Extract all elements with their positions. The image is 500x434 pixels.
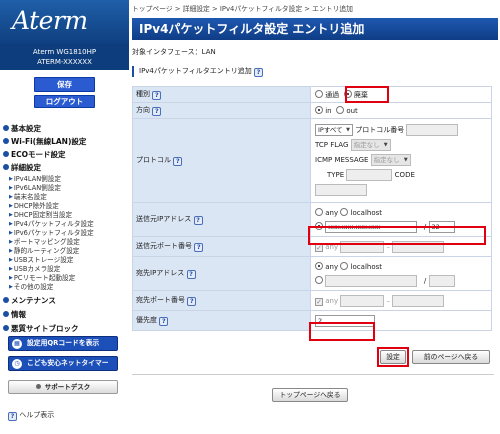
bullet-icon <box>3 164 9 170</box>
device-name: ATERM-XXXXXX <box>37 58 92 66</box>
menu-basic-settings[interactable]: 基本設定 <box>3 123 41 134</box>
src-ip-radio[interactable] <box>315 221 323 230</box>
back-button[interactable]: 前のページへ戻る <box>412 350 490 364</box>
top-page-button[interactable]: トップページへ戻る <box>272 388 348 402</box>
set-button[interactable]: 設定 <box>380 350 406 364</box>
src-port-any-checkbox[interactable]: ✓ <box>315 243 323 252</box>
menu-info[interactable]: 情報 <box>3 309 26 320</box>
row-src-ip: 送信元IPアドレス ? any localhost xxx.xxx.xxx.xx… <box>132 202 492 237</box>
interface-label: 対象インタフェース：LAN <box>132 48 216 56</box>
type-discard-radio[interactable] <box>343 89 352 98</box>
menu-eco-settings[interactable]: ECOモード設定 <box>3 149 66 160</box>
menu-maintenance[interactable]: メンテナンス <box>3 295 56 306</box>
help-link[interactable]: ? ヘルプ表示 <box>8 410 54 421</box>
kids-timer-button[interactable]: ◷ こども安心ネットタイマー <box>8 356 118 371</box>
row-protocol: プロトコル ? IPすべて プロトコル番号 TCP FLAG 指定なし ICMP… <box>132 118 492 203</box>
src-port-end-input[interactable] <box>392 240 445 253</box>
dst-ip-radio[interactable] <box>315 275 323 284</box>
bullet-icon <box>35 384 41 389</box>
priority-label: 優先度 ? <box>132 310 311 331</box>
qr-code-button[interactable]: ▦ 設定用QRコードを表示 <box>8 336 118 351</box>
dst-any-radio[interactable] <box>315 261 323 270</box>
dst-localhost-radio[interactable] <box>340 261 349 270</box>
dst-ip-label: 宛先IPアドレス ? <box>132 256 311 291</box>
protocol-select[interactable]: IPすべて <box>315 124 353 136</box>
dst-port-label: 宛先ポート番号 ? <box>132 290 311 311</box>
bullet-icon <box>3 311 9 317</box>
row-type: 種別 ? 通過 廃棄 <box>132 86 492 103</box>
src-port-start-input[interactable] <box>340 240 385 253</box>
divider <box>132 374 494 375</box>
bullet-icon <box>3 138 9 144</box>
dst-port-any-checkbox[interactable]: ✓ <box>315 297 323 306</box>
support-desk-button[interactable]: サポートデスク <box>8 380 118 394</box>
help-icon[interactable]: ? <box>159 317 169 326</box>
priority-input[interactable]: 2 <box>315 314 375 327</box>
help-icon[interactable]: ? <box>173 157 183 166</box>
icmp-type-input[interactable] <box>346 169 393 181</box>
clock-icon: ◷ <box>12 359 22 369</box>
logo-area: Aterm <box>0 0 129 44</box>
tcp-flag-select[interactable]: 指定なし <box>350 139 391 151</box>
help-icon[interactable]: ? <box>152 107 162 116</box>
breadcrumb[interactable]: トップページ > 詳細設定 > IPv4パケットフィルタ設定 > エントリ追加 <box>132 3 353 13</box>
menu-wifi-settings[interactable]: Wi-Fi(無線LAN)設定 <box>3 136 86 147</box>
qr-code-icon: ▦ <box>12 339 22 349</box>
help-icon[interactable]: ? <box>253 68 263 77</box>
filter-entry-form: 種別 ? 通過 廃棄 方向 ? in out プロトコル ? IPすべて プロト… <box>132 86 492 331</box>
row-priority: 優先度 ? 2 <box>132 310 492 331</box>
direction-label: 方向 ? <box>132 102 311 119</box>
bullet-icon <box>3 297 9 303</box>
direction-out-radio[interactable] <box>336 106 345 114</box>
sidebar: Aterm Aterm WG1810HP ATERM-XXXXXX 保存 ログア… <box>0 0 129 434</box>
help-icon[interactable]: ? <box>193 216 203 225</box>
device-info: Aterm WG1810HP ATERM-XXXXXX <box>0 44 129 70</box>
bullet-icon <box>3 151 9 157</box>
icmp-code-input[interactable] <box>315 184 367 196</box>
protocol-label: プロトコル ? <box>132 118 311 203</box>
dst-mask-input[interactable] <box>428 274 455 287</box>
help-icon[interactable]: ? <box>152 91 162 100</box>
row-dst-port: 宛先ポート番号 ? ✓ any – <box>132 290 492 311</box>
menu-malicious-site-block[interactable]: 悪質サイトブロック <box>3 323 79 334</box>
type-pass-radio[interactable] <box>315 89 323 98</box>
save-button[interactable]: 保存 <box>34 77 95 92</box>
row-dst-ip: 宛先IPアドレス ? any localhost / <box>132 256 492 291</box>
logout-button[interactable]: ログアウト <box>34 95 95 108</box>
src-localhost-radio[interactable] <box>340 207 349 216</box>
arrow-icon: ▶ <box>9 284 13 290</box>
help-icon[interactable]: ? <box>187 297 197 306</box>
bullet-icon <box>3 325 9 331</box>
row-direction: 方向 ? in out <box>132 102 492 119</box>
type-label: 種別 ? <box>132 86 311 103</box>
help-icon[interactable]: ? <box>194 243 204 252</box>
src-mask-input[interactable]: 32 <box>428 220 455 233</box>
icmp-message-select[interactable]: 指定なし <box>370 154 411 166</box>
row-src-port: 送信元ポート番号 ? ✓ any – <box>132 236 492 257</box>
help-icon[interactable]: ? <box>186 270 196 279</box>
menu-advanced-settings[interactable]: 詳細設定 <box>3 162 41 173</box>
help-icon: ? <box>8 412 17 421</box>
protocol-number-input[interactable] <box>406 124 459 136</box>
src-ip-label: 送信元IPアドレス ? <box>132 202 311 237</box>
src-ip-input[interactable]: xxx.xxx.xxx.xxx <box>325 220 418 233</box>
model-name: Aterm WG1810HP <box>32 48 97 56</box>
dst-port-end-input[interactable] <box>392 294 445 307</box>
page-title: IPv4パケットフィルタ設定 エントリ追加 <box>132 18 498 40</box>
sidebar-item-other[interactable]: ▶その他の設定 <box>9 281 53 291</box>
direction-in-radio[interactable] <box>315 106 323 114</box>
src-port-label: 送信元ポート番号 ? <box>132 236 311 257</box>
dst-ip-input[interactable] <box>325 274 418 287</box>
bullet-icon <box>3 125 9 131</box>
aterm-logo: Aterm <box>12 6 88 35</box>
section-title: IPv4パケットフィルタエントリ追加 ? <box>132 66 263 77</box>
src-any-radio[interactable] <box>315 207 323 216</box>
dst-port-start-input[interactable] <box>340 294 385 307</box>
